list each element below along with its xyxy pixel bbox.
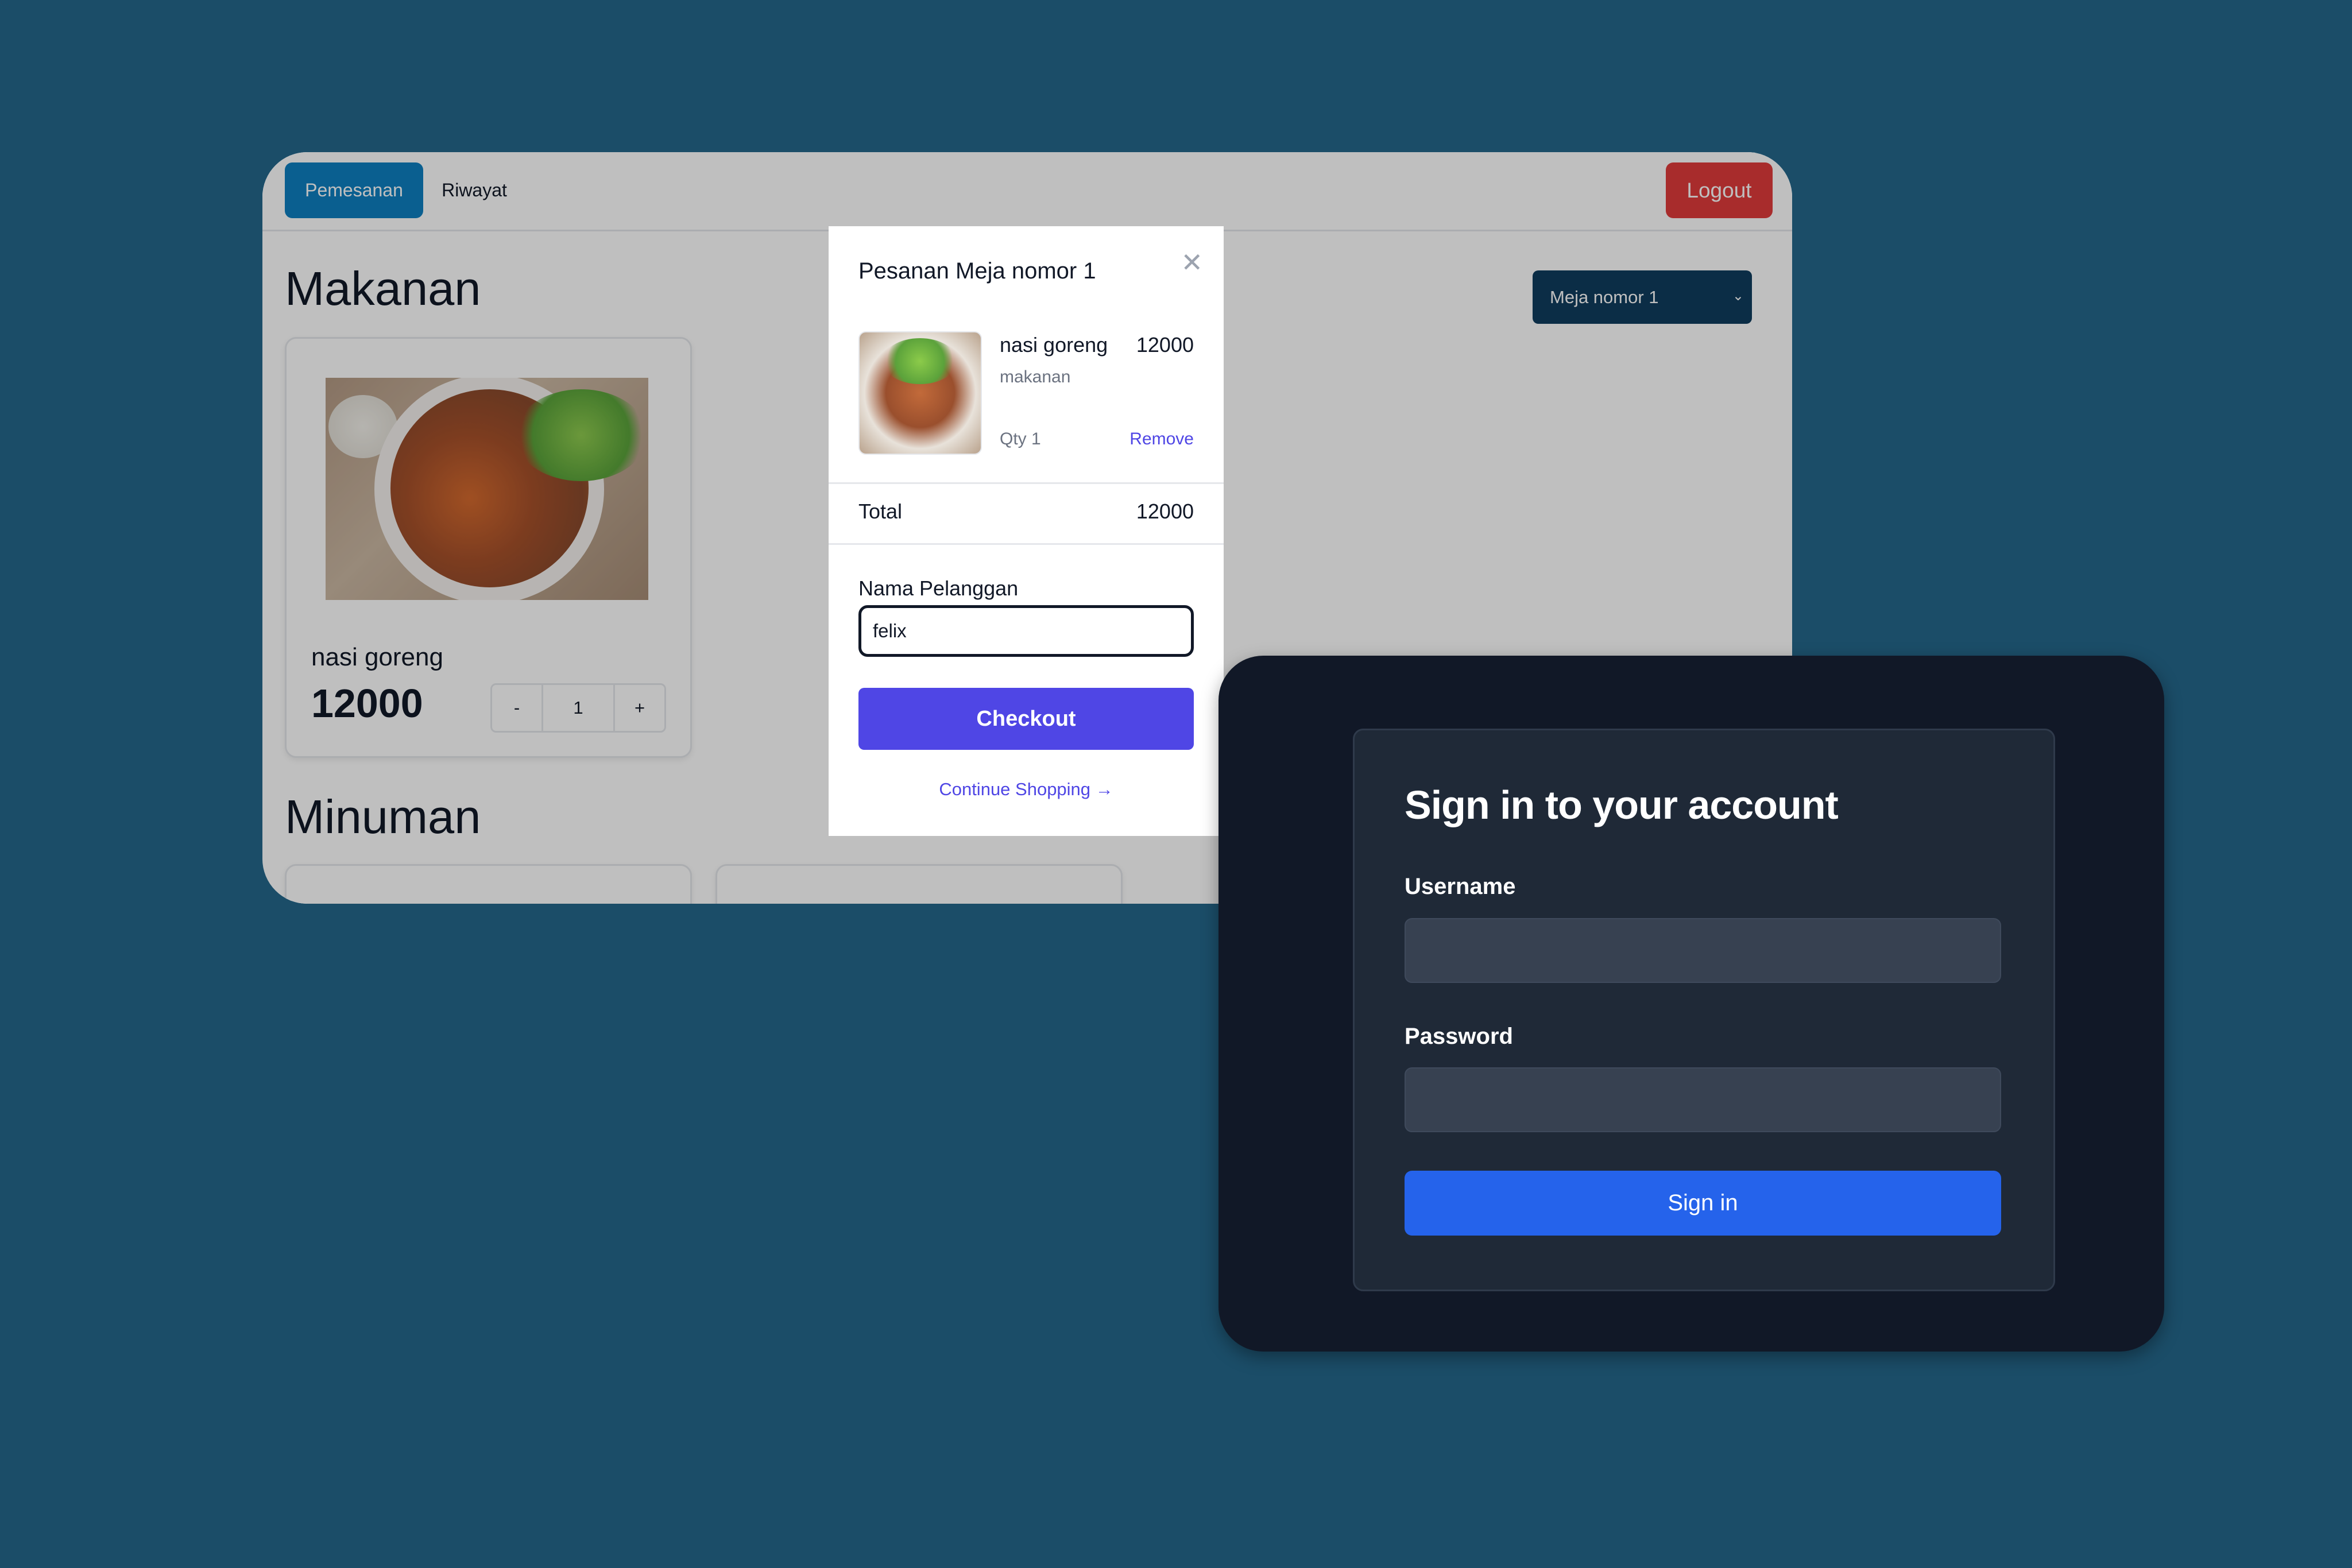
remove-link[interactable]: Remove — [1129, 429, 1194, 449]
checkout-button[interactable]: Checkout — [858, 688, 1194, 750]
customer-name-input[interactable] — [858, 605, 1194, 657]
continue-shopping-link[interactable]: Continue Shopping → — [829, 779, 1224, 800]
password-field[interactable] — [1405, 1067, 2001, 1132]
cart-item-name: nasi goreng — [1000, 333, 1108, 357]
total-label: Total — [858, 500, 903, 523]
signin-title: Sign in to your account — [1405, 783, 1839, 827]
username-label: Username — [1405, 874, 1516, 899]
cart-item-price: 12000 — [1136, 333, 1194, 357]
password-label: Password — [1405, 1024, 1513, 1049]
modal-title: Pesanan Meja nomor 1 — [858, 258, 1096, 284]
sign-in-button[interactable]: Sign in — [1405, 1171, 2001, 1236]
customer-name-label: Nama Pelanggan — [858, 576, 1019, 600]
signin-card: Sign in to your account Username Passwor… — [1353, 729, 2055, 1291]
order-modal: Pesanan Meja nomor 1 ✕ nasi goreng 12000… — [829, 226, 1224, 836]
username-field[interactable] — [1405, 918, 2001, 983]
divider — [829, 543, 1224, 545]
divider — [829, 482, 1224, 484]
signin-window: Sign in to your account Username Passwor… — [1218, 656, 2164, 1352]
close-icon[interactable]: ✕ — [1181, 247, 1203, 278]
cart-item-image — [858, 331, 982, 455]
total-value: 12000 — [1136, 500, 1194, 523]
cart-item-category: makanan — [1000, 367, 1071, 386]
cart-item-qty: Qty 1 — [1000, 429, 1041, 448]
cart-item-image-greens — [883, 338, 957, 384]
